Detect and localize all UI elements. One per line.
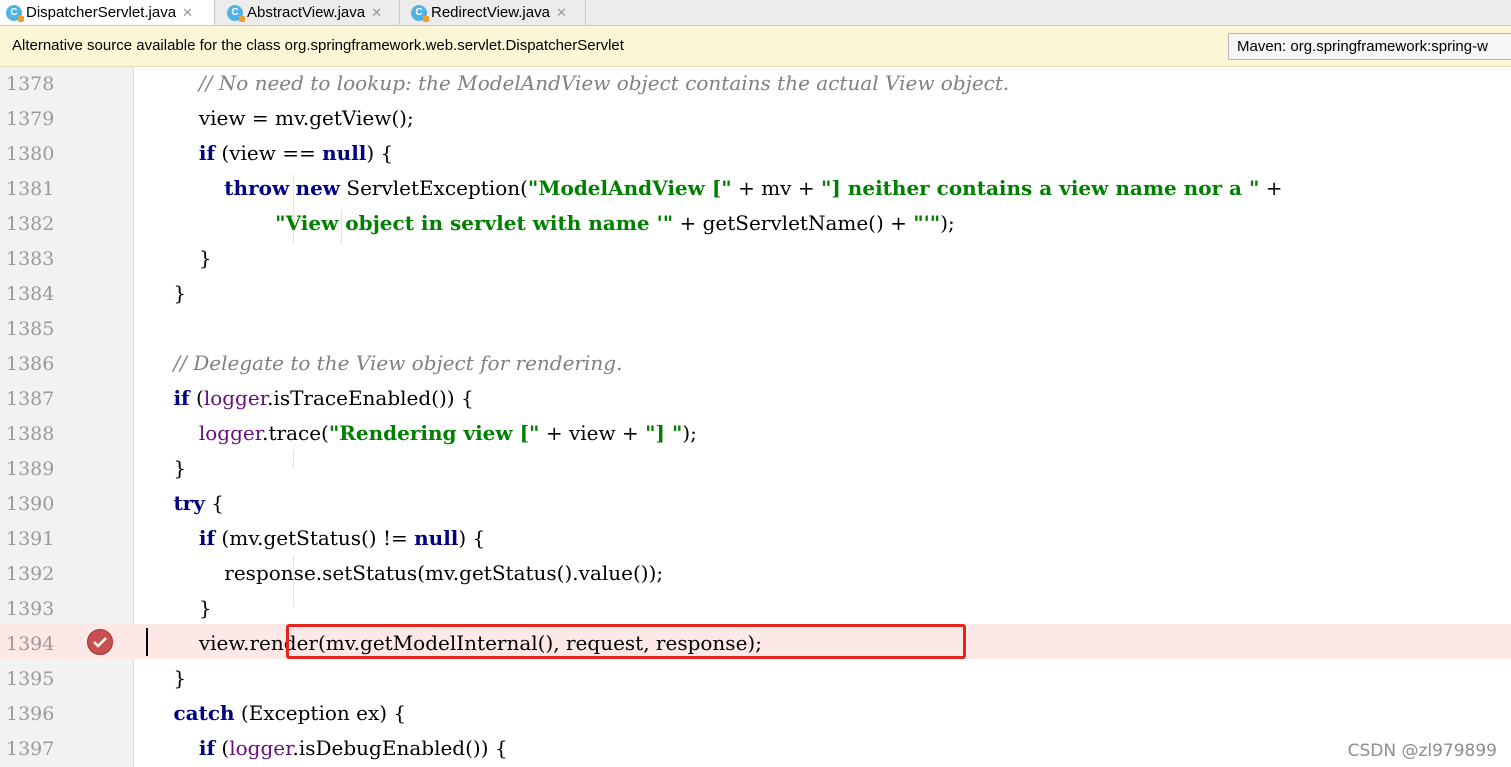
- code-text: }: [148, 456, 187, 480]
- code-text: logger.trace("Rendering view [" + view +…: [198, 421, 697, 445]
- code-text: }: [148, 246, 212, 270]
- tab-label: AbstractView.java: [247, 4, 366, 21]
- class-icon: C: [411, 4, 429, 22]
- line-number: 1383: [6, 248, 55, 270]
- code-line[interactable]: 1397 if (logger.isDebugEnabled()) {: [0, 731, 1511, 766]
- tab-label: RedirectView.java: [431, 4, 550, 21]
- line-number: 1387: [6, 388, 55, 410]
- line-number: 1392: [6, 563, 55, 585]
- line-number: 1380: [6, 143, 55, 165]
- line-number: 1388: [6, 423, 55, 445]
- code-line[interactable]: 1390 try {: [0, 486, 1511, 521]
- close-icon[interactable]: ✕: [182, 5, 193, 21]
- code-text: // Delegate to the View object for rende…: [148, 351, 623, 375]
- tab-label: DispatcherServlet.java: [26, 4, 177, 21]
- line-number: 1389: [6, 458, 55, 480]
- code-text: response.setStatus(mv.getStatus().value(…: [148, 561, 664, 585]
- check-icon: [93, 637, 107, 648]
- code-line[interactable]: 1379 view = mv.getView();: [0, 101, 1511, 136]
- code-text: }: [148, 596, 212, 620]
- line-number: 1378: [6, 73, 55, 95]
- code-line[interactable]: 1378 // No need to lookup: the ModelAndV…: [0, 66, 1511, 101]
- code-line[interactable]: 1383 }: [0, 241, 1511, 276]
- code-line[interactable]: 1380 if (view == null) {: [0, 136, 1511, 171]
- code-line[interactable]: 1392 response.setStatus(mv.getStatus().v…: [0, 556, 1511, 591]
- code-line[interactable]: 1395 }: [0, 661, 1511, 696]
- code-text: try {: [173, 491, 224, 515]
- code-line[interactable]: 1382 "View object in servlet with name '…: [0, 206, 1511, 241]
- close-icon[interactable]: ✕: [556, 5, 567, 21]
- highlight-annotation-box: [286, 624, 966, 659]
- editor-tab-bar: C DispatcherServlet.java ✕ C AbstractVie…: [0, 0, 1511, 26]
- code-line[interactable]: 1381 throw new ServletException("ModelAn…: [0, 171, 1511, 206]
- code-text: // No need to lookup: the ModelAndView o…: [148, 71, 1010, 95]
- code-text: if (mv.getStatus() != null) {: [198, 526, 486, 550]
- code-line[interactable]: 1393 }: [0, 591, 1511, 626]
- code-line[interactable]: 1389 }: [0, 451, 1511, 486]
- line-number: 1391: [6, 528, 55, 550]
- code-line[interactable]: 1384 }: [0, 276, 1511, 311]
- code-line[interactable]: 1385: [0, 311, 1511, 346]
- code-text: view = mv.getView();: [148, 106, 414, 130]
- code-text: if (view == null) {: [198, 141, 394, 165]
- code-text: catch (Exception ex) {: [173, 701, 407, 725]
- code-text: throw new ServletException("ModelAndView…: [224, 176, 1283, 200]
- line-number: 1385: [6, 318, 55, 340]
- line-number: 1396: [6, 703, 55, 725]
- code-line[interactable]: 1388 logger.trace("Rendering view [" + v…: [0, 416, 1511, 451]
- line-number: 1394: [6, 633, 55, 655]
- code-line[interactable]: 1386 // Delegate to the View object for …: [0, 346, 1511, 381]
- class-icon: C: [227, 4, 245, 22]
- line-number: 1386: [6, 353, 55, 375]
- line-number: 1379: [6, 108, 55, 130]
- code-text: }: [148, 666, 187, 690]
- line-number: 1382: [6, 213, 55, 235]
- alternative-source-banner: Alternative source available for the cla…: [0, 26, 1511, 67]
- line-number: 1381: [6, 178, 55, 200]
- code-text: }: [148, 281, 187, 305]
- code-text: if (logger.isDebugEnabled()) {: [198, 736, 508, 760]
- tab-dispatcherservlet[interactable]: C DispatcherServlet.java ✕: [0, 0, 215, 25]
- breakpoint-icon[interactable]: [87, 629, 113, 655]
- code-line[interactable]: 1391 if (mv.getStatus() != null) {: [0, 521, 1511, 556]
- line-number: 1395: [6, 668, 55, 690]
- watermark: CSDN @zl979899: [1347, 741, 1497, 761]
- tab-abstractview[interactable]: C AbstractView.java ✕: [221, 0, 400, 25]
- code-text: "View object in servlet with name '" + g…: [275, 211, 955, 235]
- line-number: 1384: [6, 283, 55, 305]
- code-text: if (logger.isTraceEnabled()) {: [173, 386, 474, 410]
- close-icon[interactable]: ✕: [371, 5, 382, 21]
- line-number: 1390: [6, 493, 55, 515]
- banner-message: Alternative source available for the cla…: [12, 37, 624, 54]
- line-number: 1397: [6, 738, 55, 760]
- line-number: 1393: [6, 598, 55, 620]
- tab-redirectview[interactable]: C RedirectView.java ✕: [405, 0, 586, 25]
- class-icon: C: [6, 4, 24, 22]
- code-line[interactable]: 1387 if (logger.isTraceEnabled()) {: [0, 381, 1511, 416]
- code-line[interactable]: 1396 catch (Exception ex) {: [0, 696, 1511, 731]
- maven-source-select[interactable]: Maven: org.springframework:spring-w: [1228, 33, 1511, 60]
